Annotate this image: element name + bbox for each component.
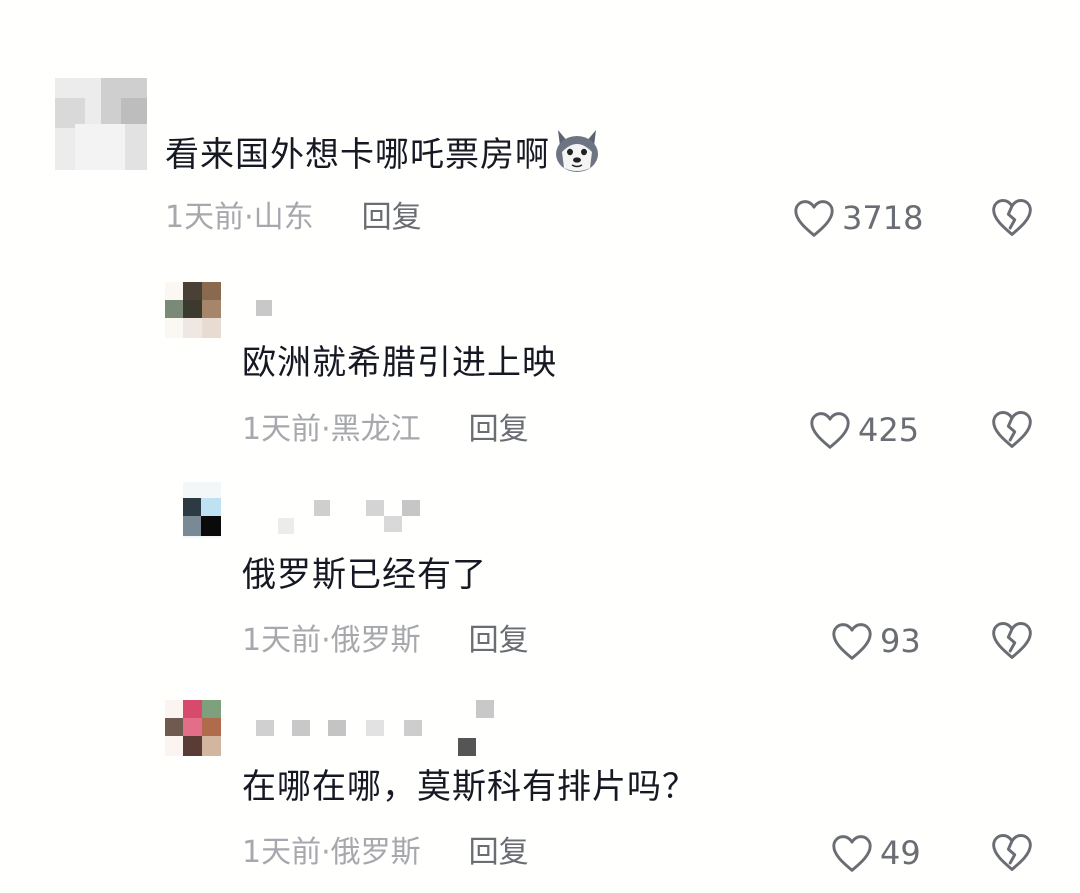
username[interactable] — [256, 300, 276, 320]
comment-meta: 1天前·俄罗斯 回复 — [242, 621, 529, 661]
comment-meta: 1天前·黑龙江 回复 — [242, 410, 529, 450]
comment-meta: 1天前·俄罗斯 回复 — [242, 833, 529, 873]
like-count: 3718 — [842, 199, 924, 237]
husky-dog-face-emoji — [552, 128, 602, 174]
avatar[interactable] — [183, 482, 221, 538]
comment-time-location: 1天前·俄罗斯 — [242, 623, 421, 658]
heart-outline-icon — [810, 412, 850, 449]
username[interactable] — [270, 500, 430, 536]
dislike-button[interactable] — [990, 619, 1034, 663]
dislike-button[interactable] — [990, 408, 1034, 452]
reply-button[interactable]: 回复 — [469, 412, 529, 447]
like-button[interactable]: 93 — [830, 619, 921, 663]
username[interactable] — [256, 700, 496, 756]
like-count: 93 — [880, 622, 921, 660]
comment-time-location: 1天前·俄罗斯 — [242, 835, 421, 870]
like-button[interactable]: 49 — [830, 831, 921, 875]
heart-outline-icon — [794, 200, 834, 237]
reply-button[interactable]: 回复 — [469, 623, 529, 658]
like-count: 49 — [880, 834, 921, 872]
heart-outline-icon — [832, 835, 872, 872]
avatar[interactable] — [165, 282, 221, 338]
heart-outline-icon — [832, 623, 872, 660]
avatar[interactable] — [165, 700, 221, 756]
like-button[interactable]: 425 — [808, 408, 919, 452]
comment-time-location: 1天前·山东 — [165, 200, 314, 235]
broken-heart-icon — [992, 622, 1032, 659]
broken-heart-icon — [992, 834, 1032, 871]
broken-heart-icon — [992, 199, 1032, 236]
comment-text: 欧洲就希腊引进上映 — [242, 343, 557, 383]
comment-meta: 1天前·山东 回复 — [165, 198, 422, 238]
broken-heart-icon — [992, 411, 1032, 448]
comment-text: 看来国外想卡哪吒票房啊 — [165, 128, 602, 177]
comment-text: 俄罗斯已经有了 — [242, 555, 487, 595]
reply-button[interactable]: 回复 — [362, 200, 422, 235]
reply-button[interactable]: 回复 — [469, 835, 529, 870]
like-count: 425 — [858, 411, 920, 449]
avatar[interactable] — [55, 78, 147, 170]
dislike-button[interactable] — [990, 196, 1034, 240]
like-button[interactable]: 3718 — [792, 196, 923, 240]
comment-time-location: 1天前·黑龙江 — [242, 412, 421, 447]
dislike-button[interactable] — [990, 831, 1034, 875]
comment-text: 在哪在哪，莫斯科有排片吗？ — [242, 767, 697, 807]
